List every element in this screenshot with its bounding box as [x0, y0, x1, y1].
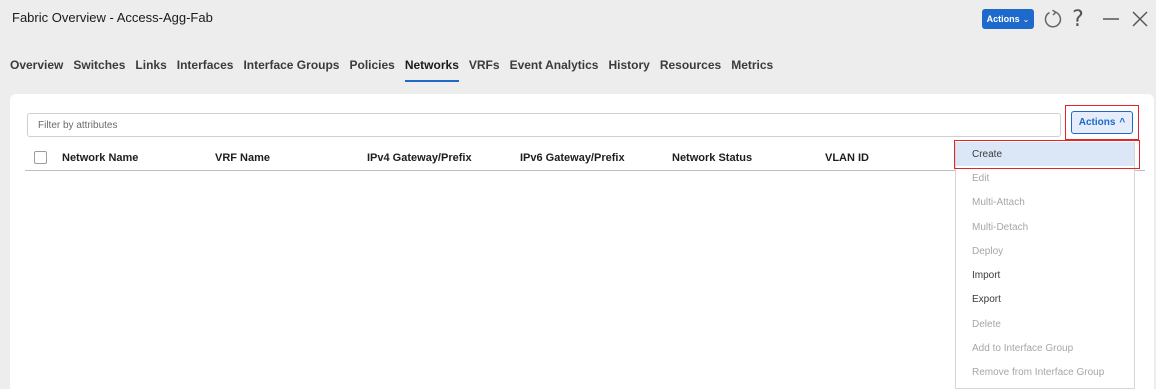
menu-item-deploy[interactable]: Deploy [956, 239, 1134, 263]
menu-item-remove-from-interface-group[interactable]: Remove from Interface Group [956, 361, 1134, 385]
page-title: Fabric Overview - Access-Agg-Fab [12, 10, 213, 25]
menu-item-multi-detach[interactable]: Multi-Detach [956, 215, 1134, 239]
menu-item-delete[interactable]: Delete [956, 312, 1134, 336]
tab-links[interactable]: Links [135, 58, 166, 82]
fabric-tabs: Overview Switches Links Interfaces Inter… [10, 58, 773, 82]
menu-item-import[interactable]: Import [956, 263, 1134, 287]
top-actions-button[interactable]: Actions ⌄ [982, 9, 1034, 29]
create-item-highlight [954, 140, 1140, 169]
tab-overview[interactable]: Overview [10, 58, 63, 82]
tab-vrfs[interactable]: VRFs [469, 58, 500, 82]
filter-input[interactable] [27, 113, 1061, 137]
column-network-name[interactable]: Network Name [62, 152, 138, 164]
help-icon[interactable]: ? [1069, 7, 1087, 32]
select-all-checkbox[interactable] [34, 151, 47, 164]
column-ipv6-gateway[interactable]: IPv6 Gateway/Prefix [520, 152, 625, 164]
column-ipv4-gateway[interactable]: IPv4 Gateway/Prefix [367, 152, 472, 164]
refresh-icon[interactable] [1042, 8, 1064, 30]
close-icon[interactable] [1130, 8, 1150, 30]
tab-resources[interactable]: Resources [660, 58, 721, 82]
tab-interface-groups[interactable]: Interface Groups [243, 58, 339, 82]
tab-metrics[interactable]: Metrics [731, 58, 773, 82]
tab-policies[interactable]: Policies [349, 58, 394, 82]
minimize-icon[interactable] [1101, 8, 1121, 30]
column-vrf-name[interactable]: VRF Name [215, 152, 270, 164]
actions-button-label: Actions [1078, 117, 1116, 128]
tab-event-analytics[interactable]: Event Analytics [510, 58, 599, 82]
top-actions-label: Actions [986, 14, 1020, 24]
menu-item-edit[interactable]: Edit [956, 166, 1134, 190]
actions-button[interactable]: Actions ^ [1071, 111, 1133, 134]
tab-networks[interactable]: Networks [404, 58, 459, 82]
tab-interfaces[interactable]: Interfaces [177, 58, 234, 82]
tab-history[interactable]: History [608, 58, 649, 82]
menu-item-add-to-interface-group[interactable]: Add to Interface Group [956, 336, 1134, 360]
tab-switches[interactable]: Switches [73, 58, 125, 82]
column-network-status[interactable]: Network Status [672, 152, 752, 164]
actions-dropdown-menu: Create Edit Multi-Attach Multi-Detach De… [955, 142, 1135, 389]
top-bar: Fabric Overview - Access-Agg-Fab Actions… [0, 0, 1156, 36]
menu-item-export[interactable]: Export [956, 288, 1134, 312]
menu-item-multi-attach[interactable]: Multi-Attach [956, 191, 1134, 215]
chevron-down-icon: ⌄ [1022, 14, 1030, 24]
chevron-up-icon: ^ [1119, 117, 1126, 128]
column-vlan-id[interactable]: VLAN ID [825, 152, 869, 164]
